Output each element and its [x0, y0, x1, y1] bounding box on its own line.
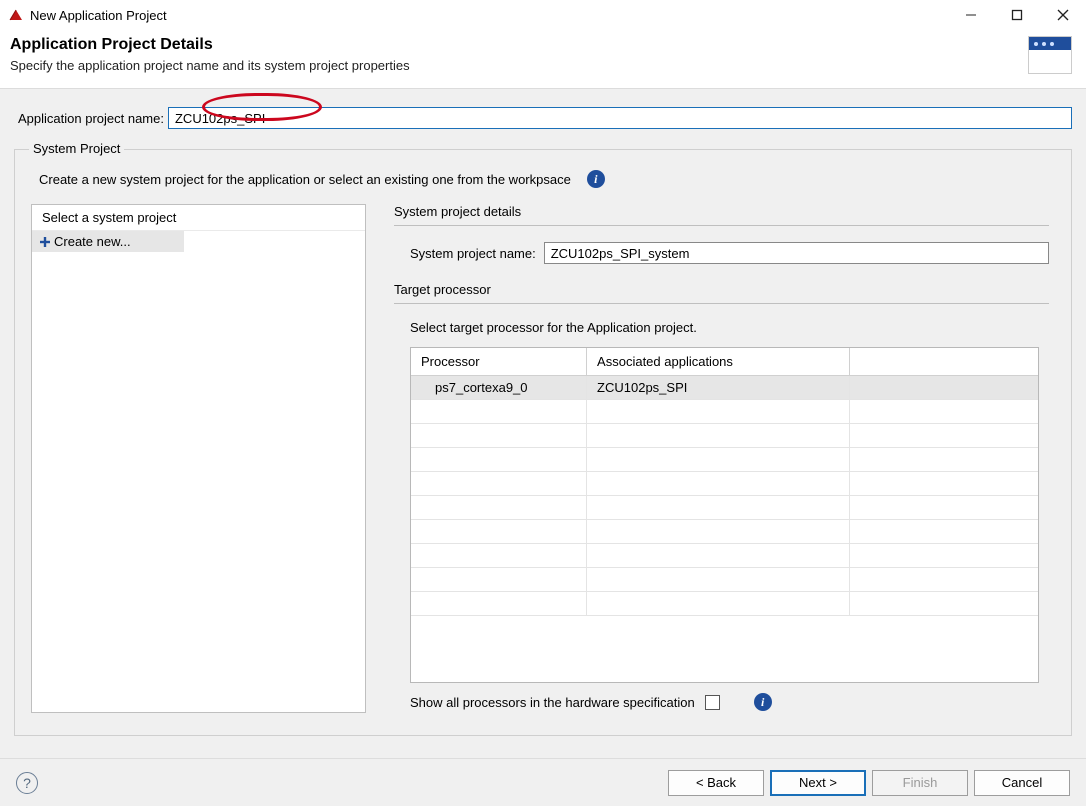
- table-col-apps[interactable]: Associated applications: [587, 348, 850, 376]
- table-row[interactable]: [411, 544, 1038, 568]
- table-row[interactable]: [411, 496, 1038, 520]
- table-row[interactable]: [411, 520, 1038, 544]
- wizard-footer: ? < Back Next > Finish Cancel: [0, 758, 1086, 806]
- details-section-title: System project details: [394, 204, 1049, 225]
- group-description: Create a new system project for the appl…: [39, 172, 571, 187]
- project-name-label: Application project name:: [18, 111, 164, 126]
- show-all-label: Show all processors in the hardware spec…: [410, 695, 695, 710]
- table-col-processor[interactable]: Processor: [411, 348, 587, 376]
- table-row[interactable]: ps7_cortexa9_0 ZCU102ps_SPI: [411, 376, 1038, 400]
- system-project-name-row: System project name:: [394, 242, 1049, 264]
- finish-button: Finish: [872, 770, 968, 796]
- system-project-details: System project details System project na…: [394, 204, 1049, 713]
- page-subtitle: Specify the application project name and…: [10, 58, 1028, 73]
- show-all-checkbox[interactable]: [705, 695, 720, 710]
- content-area: Application project name: System Project…: [0, 89, 1086, 758]
- project-name-row: Application project name:: [14, 107, 1072, 129]
- title-bar: New Application Project: [0, 0, 1086, 30]
- next-button[interactable]: Next >: [770, 770, 866, 796]
- system-project-list-heading: Select a system project: [32, 205, 365, 231]
- app-icon: [8, 7, 24, 23]
- page-title: Application Project Details: [10, 36, 1028, 54]
- table-row[interactable]: [411, 472, 1038, 496]
- project-name-input[interactable]: [168, 107, 1072, 129]
- table-row[interactable]: [411, 400, 1038, 424]
- page-header: Application Project Details Specify the …: [0, 30, 1086, 88]
- cell-apps: ZCU102ps_SPI: [587, 376, 850, 400]
- help-button[interactable]: ?: [16, 772, 38, 794]
- window-title: New Application Project: [30, 8, 948, 23]
- show-all-row: Show all processors in the hardware spec…: [394, 683, 1049, 713]
- back-button[interactable]: < Back: [668, 770, 764, 796]
- minimize-button[interactable]: [948, 0, 994, 30]
- plus-icon: [38, 235, 52, 249]
- cell-extra: [850, 376, 1038, 400]
- target-processor-title: Target processor: [394, 282, 1049, 303]
- create-new-item[interactable]: Create new...: [32, 231, 184, 252]
- wizard-banner-icon: [1028, 36, 1072, 74]
- create-new-label: Create new...: [54, 234, 131, 249]
- close-button[interactable]: [1040, 0, 1086, 30]
- maximize-button[interactable]: [994, 0, 1040, 30]
- table-row[interactable]: [411, 424, 1038, 448]
- system-project-name-label: System project name:: [410, 246, 536, 261]
- table-col-extra[interactable]: [850, 348, 1038, 376]
- info-icon[interactable]: i: [587, 170, 605, 188]
- info-icon[interactable]: i: [754, 693, 772, 711]
- table-row[interactable]: [411, 568, 1038, 592]
- processor-table[interactable]: Processor Associated applications ps7_co…: [410, 347, 1039, 683]
- cancel-button[interactable]: Cancel: [974, 770, 1070, 796]
- group-legend: System Project: [29, 141, 124, 156]
- table-row[interactable]: [411, 448, 1038, 472]
- system-project-list: Select a system project Create new...: [31, 204, 366, 713]
- system-project-name-input[interactable]: [544, 242, 1049, 264]
- target-processor-instruction: Select target processor for the Applicat…: [394, 320, 1049, 335]
- system-project-group: System Project Create a new system proje…: [14, 149, 1072, 736]
- cell-processor: ps7_cortexa9_0: [411, 376, 587, 400]
- table-row[interactable]: [411, 592, 1038, 616]
